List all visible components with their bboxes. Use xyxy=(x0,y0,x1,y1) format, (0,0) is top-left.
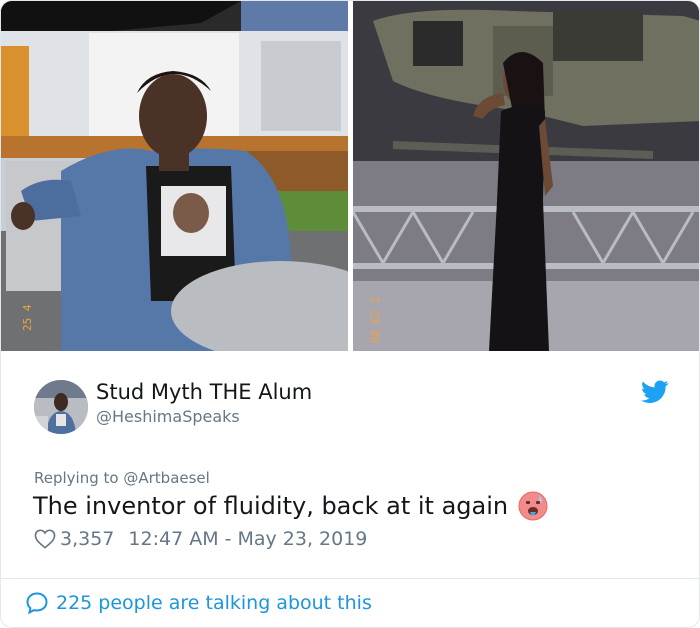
photo-date-stamp-left: 25 4 xyxy=(21,304,34,331)
display-name[interactable]: Stud Myth THE Alum xyxy=(96,380,312,404)
tweet-text-body: The inventor of fluidity, back at it aga… xyxy=(33,492,509,520)
tweet-time[interactable]: 12:47 AM xyxy=(128,528,218,550)
avatar[interactable] xyxy=(34,380,88,434)
photo-date-stamp-right: 98 E2 2 xyxy=(369,297,382,343)
speech-bubble-icon xyxy=(26,592,48,615)
conversation-link-label[interactable]: 225 people are talking about this xyxy=(56,592,372,614)
replying-to-mention[interactable]: @Artbaesel xyxy=(123,469,209,487)
avatar-image xyxy=(34,380,88,434)
heart-icon[interactable] xyxy=(34,529,56,549)
like-count[interactable]: 3,357 xyxy=(60,528,114,550)
replying-to-line: Replying to @Artbaesel xyxy=(34,469,210,487)
hot-face-emoji-icon xyxy=(518,491,548,521)
twitter-bird-icon[interactable] xyxy=(641,380,669,404)
conversation-link[interactable]: 225 people are talking about this xyxy=(25,591,372,615)
divider xyxy=(1,578,699,579)
replying-to-prefix: Replying to xyxy=(34,469,119,487)
tweet-card[interactable]: 25 4 98 E2 2 Stud Myth THE Alum @Heshima… xyxy=(0,0,700,628)
photo-person-denim-jacket: 25 4 xyxy=(1,1,348,351)
user-handle[interactable]: @HeshimaSpeaks xyxy=(96,407,240,426)
tweet-photo-right[interactable]: 98 E2 2 xyxy=(353,1,699,351)
tweet-photo-left[interactable]: 25 4 xyxy=(1,1,348,351)
tweet-date[interactable]: May 23, 2019 xyxy=(237,528,367,550)
tweet-text: The inventor of fluidity, back at it aga… xyxy=(33,491,548,521)
tweet-meta: 3,357 12:47 AM - May 23, 2019 xyxy=(34,528,367,550)
photo-person-black-dress: 98 E2 2 xyxy=(353,1,699,351)
date-separator: - xyxy=(224,528,232,550)
